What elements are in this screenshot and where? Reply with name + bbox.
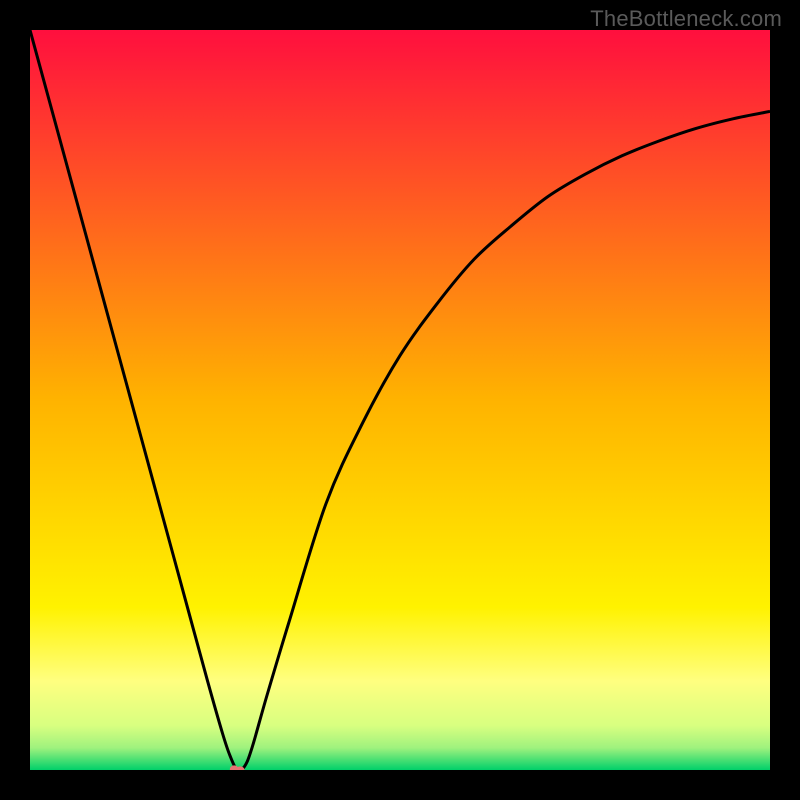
chart-frame: TheBottleneck.com <box>0 0 800 800</box>
watermark-text: TheBottleneck.com <box>590 6 782 32</box>
plot-area <box>30 30 770 770</box>
chart-svg <box>30 30 770 770</box>
